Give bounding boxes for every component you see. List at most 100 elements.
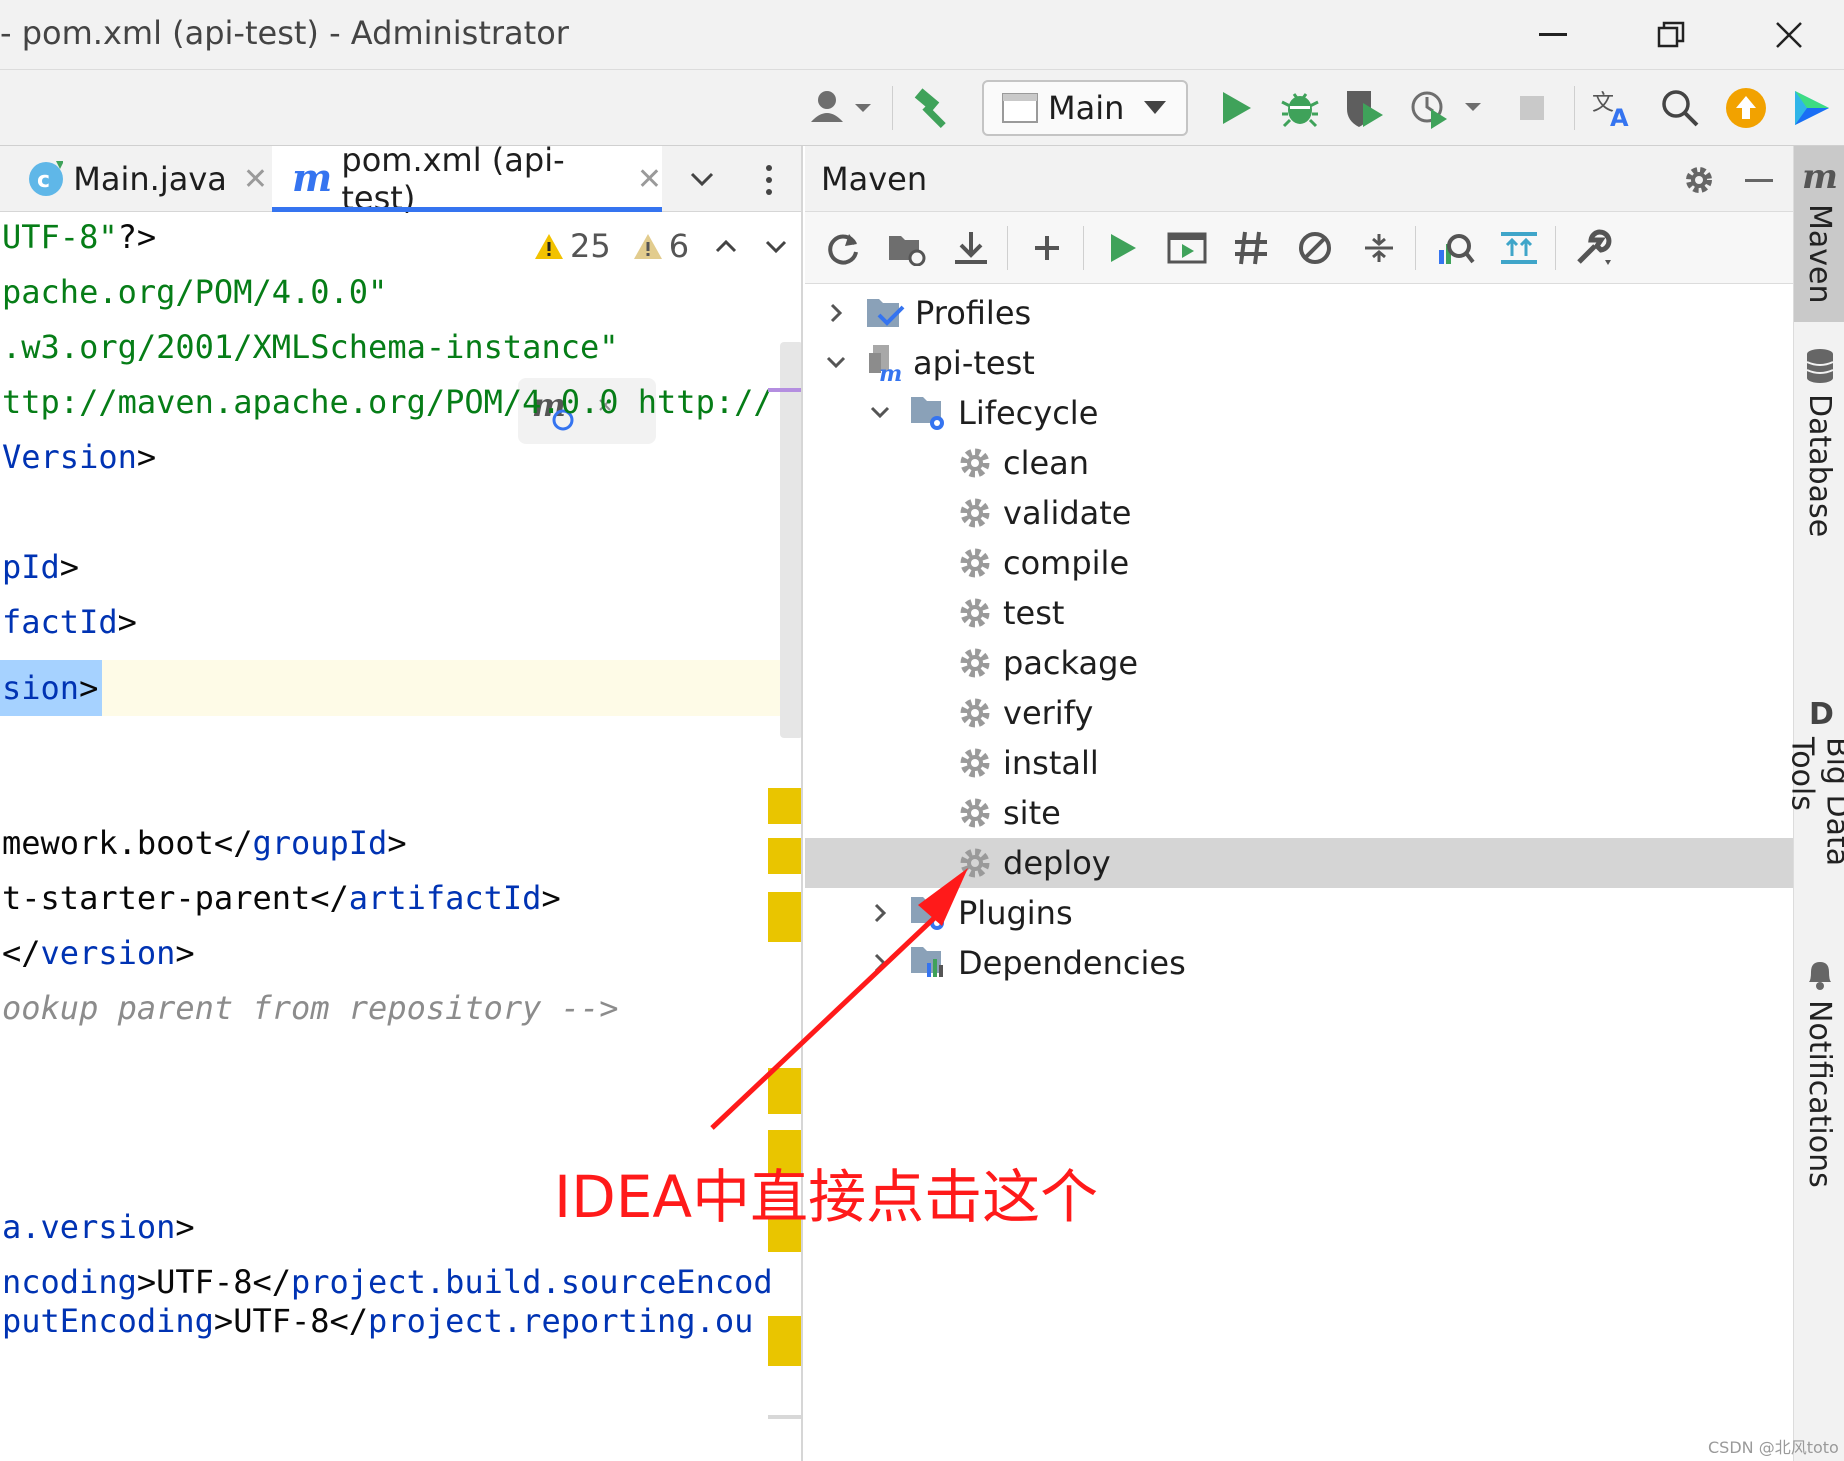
run-configuration-select[interactable]: Main bbox=[982, 80, 1188, 136]
goal-label: install bbox=[1003, 744, 1099, 782]
lifecycle-goal-deploy[interactable]: deploy bbox=[805, 838, 1793, 888]
code-line: ookup parent from repository --> bbox=[2, 983, 619, 1033]
run-button[interactable] bbox=[1208, 80, 1264, 136]
account-button[interactable] bbox=[800, 80, 880, 136]
toggle-offline-mode-button[interactable] bbox=[1223, 220, 1279, 276]
profiler-button[interactable] bbox=[1404, 80, 1494, 136]
code-line: pId> bbox=[2, 542, 79, 592]
inspection-widget[interactable]: 25 6 bbox=[534, 218, 791, 274]
build-button[interactable] bbox=[906, 80, 962, 136]
lifecycle-goal-clean[interactable]: clean bbox=[805, 438, 1793, 488]
code-area[interactable]: m UTF-8"?> pache.org/POM/4.0.0" .w3.org/… bbox=[0, 212, 801, 1461]
code-token: > bbox=[387, 824, 407, 862]
tree-node-profiles[interactable]: Profiles bbox=[805, 288, 1793, 338]
warning-stripe[interactable] bbox=[768, 1068, 801, 1114]
translate-button[interactable]: 文A bbox=[1586, 80, 1642, 136]
tab-main-java[interactable]: c Main.java ✕ bbox=[26, 146, 268, 212]
code-token: > bbox=[117, 603, 137, 641]
offline-icon bbox=[1235, 231, 1267, 265]
download-sources-button[interactable] bbox=[943, 220, 999, 276]
lifecycle-goal-validate[interactable]: validate bbox=[805, 488, 1793, 538]
close-icon bbox=[1776, 22, 1802, 48]
warning-stripe[interactable] bbox=[768, 788, 801, 824]
previous-highlight-icon[interactable] bbox=[711, 231, 741, 261]
stripe-button-notifications[interactable]: Notifications bbox=[1794, 952, 1844, 1232]
scroll-marker bbox=[768, 1415, 801, 1419]
gear-icon bbox=[955, 643, 995, 683]
maven-build-settings-button[interactable] bbox=[1567, 220, 1623, 276]
debug-button[interactable] bbox=[1272, 80, 1328, 136]
goal-label: package bbox=[1003, 644, 1139, 682]
tab-pom-xml[interactable]: m pom.xml (api-test) ✕ bbox=[272, 146, 662, 217]
code-token: a.version bbox=[2, 1208, 176, 1246]
tree-node-dependencies[interactable]: Dependencies bbox=[805, 938, 1793, 988]
wrench-icon bbox=[1577, 229, 1612, 265]
search-everywhere-button[interactable] bbox=[1652, 80, 1708, 136]
code-token: UTF-8" bbox=[2, 218, 118, 256]
close-tab-icon[interactable]: ✕ bbox=[243, 162, 268, 197]
stripe-button-maven[interactable]: m Maven bbox=[1794, 146, 1844, 322]
chevron-down-icon[interactable] bbox=[821, 348, 851, 378]
run-maven-build-button[interactable] bbox=[1095, 220, 1151, 276]
warning-stripe[interactable] bbox=[768, 892, 801, 942]
update-button[interactable] bbox=[1718, 80, 1774, 136]
gear-icon bbox=[955, 543, 995, 583]
restore-button[interactable] bbox=[1616, 0, 1726, 70]
stripe-button-database[interactable]: Database bbox=[1794, 342, 1844, 672]
weak-warning-icon bbox=[633, 234, 662, 259]
hide-panel-button[interactable] bbox=[1739, 160, 1779, 200]
jetbrains-toolbox-button[interactable] bbox=[1784, 80, 1840, 136]
execute-maven-goal-button[interactable] bbox=[1159, 220, 1215, 276]
analyze-dependencies-button[interactable] bbox=[1427, 220, 1483, 276]
close-window-button[interactable] bbox=[1734, 0, 1844, 70]
coverage-button[interactable] bbox=[1336, 80, 1392, 136]
add-maven-project-button[interactable] bbox=[1019, 220, 1075, 276]
chevron-right-icon[interactable] bbox=[865, 948, 895, 978]
show-diagram-button[interactable] bbox=[1491, 220, 1547, 276]
update-arrow-icon bbox=[1726, 88, 1766, 128]
close-tab-icon[interactable]: ✕ bbox=[637, 162, 662, 197]
lifecycle-goal-site[interactable]: site bbox=[805, 788, 1793, 838]
lifecycle-goal-test[interactable]: test bbox=[805, 588, 1793, 638]
collapse-all-button[interactable] bbox=[1351, 220, 1407, 276]
warning-stripe[interactable] bbox=[768, 838, 801, 874]
chevron-right-icon[interactable] bbox=[865, 898, 895, 928]
lifecycle-goal-package[interactable]: package bbox=[805, 638, 1793, 688]
run-icon bbox=[1223, 92, 1251, 124]
tabs-overflow-button[interactable] bbox=[682, 160, 722, 200]
stripe-button-big-data-tools[interactable]: D Big Data Tools bbox=[1785, 692, 1844, 942]
java-class-icon: c bbox=[29, 161, 64, 196]
code-line: .w3.org/2001/XMLSchema-instance" bbox=[2, 322, 619, 372]
svg-text:A: A bbox=[1610, 104, 1629, 128]
toolbox-logo-icon bbox=[1795, 91, 1829, 125]
reload-projects-button[interactable] bbox=[815, 220, 871, 276]
tree-node-lifecycle[interactable]: Lifecycle bbox=[805, 388, 1793, 438]
skip-tests-button[interactable] bbox=[1287, 220, 1343, 276]
maven-settings-button[interactable] bbox=[1679, 160, 1719, 200]
chevron-down-icon[interactable] bbox=[865, 398, 895, 428]
code-token: > bbox=[541, 879, 561, 917]
lifecycle-goal-install[interactable]: install bbox=[805, 738, 1793, 788]
stripe-label: Notifications bbox=[1802, 1000, 1837, 1188]
minimize-button[interactable] bbox=[1498, 0, 1608, 70]
tabs-more-button[interactable] bbox=[754, 160, 784, 200]
next-highlight-icon[interactable] bbox=[761, 231, 791, 261]
generate-sources-button[interactable] bbox=[879, 220, 935, 276]
svg-text:D: D bbox=[1809, 697, 1834, 729]
tree-node-plugins[interactable]: Plugins bbox=[805, 888, 1793, 938]
bell-icon bbox=[1808, 962, 1831, 990]
gutter-change-marker bbox=[768, 388, 801, 392]
tree-node-project[interactable]: m api-test bbox=[805, 338, 1793, 388]
lifecycle-goal-compile[interactable]: compile bbox=[805, 538, 1793, 588]
code-token: pId bbox=[2, 548, 60, 586]
gear-icon bbox=[955, 743, 995, 783]
editor-pane: c Main.java ✕ m pom.xml (api-test) ✕ m U… bbox=[0, 146, 803, 1461]
chevron-right-icon[interactable] bbox=[821, 298, 851, 328]
code-token: version bbox=[40, 934, 176, 972]
lifecycle-goal-verify[interactable]: verify bbox=[805, 688, 1793, 738]
warning-stripe[interactable] bbox=[768, 1316, 801, 1366]
stop-button[interactable] bbox=[1504, 80, 1560, 136]
execute-goal-icon bbox=[1167, 232, 1207, 264]
editor-scrollbar[interactable] bbox=[780, 342, 801, 738]
code-line: ttp://maven.apache.org/POM/4.0.0 http:// bbox=[2, 377, 773, 427]
